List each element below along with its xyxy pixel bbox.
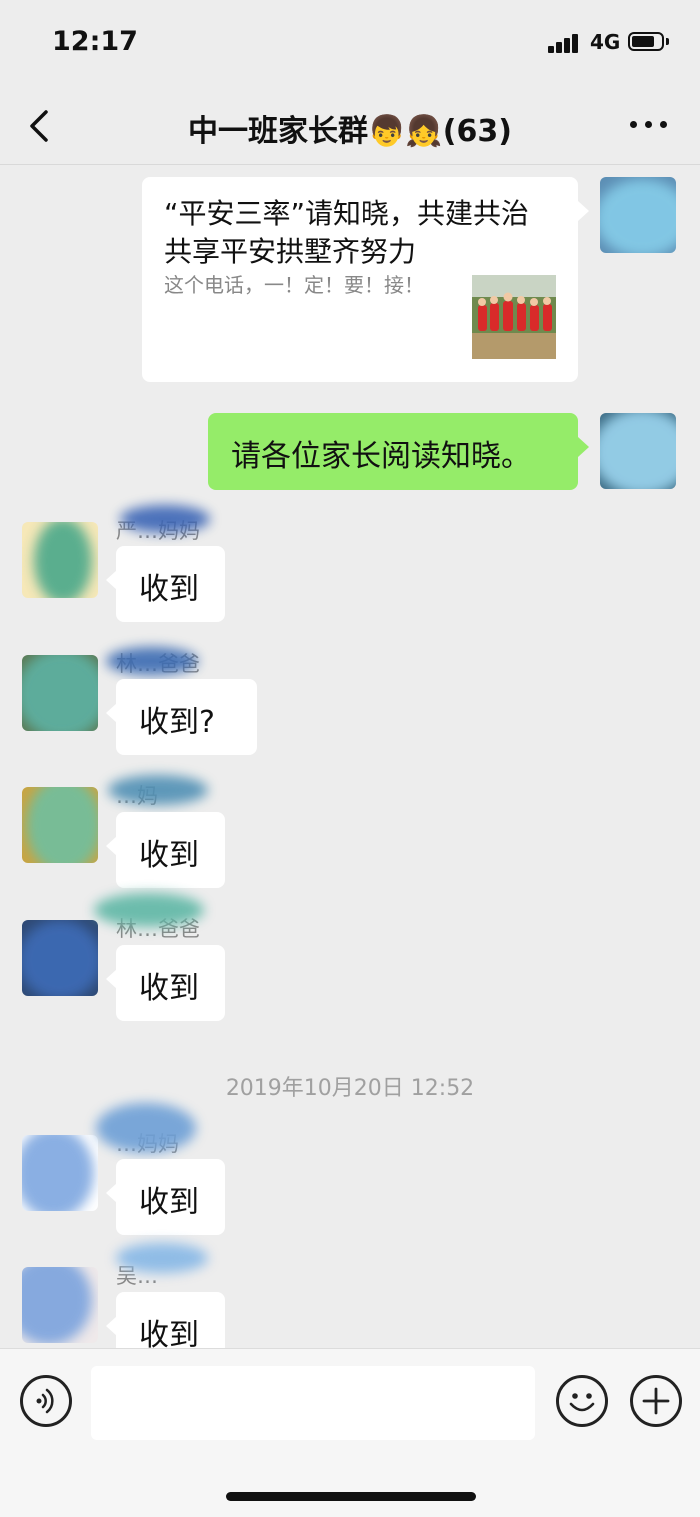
link-card-thumbnail xyxy=(472,275,556,359)
chat-area[interactable]: “平安三率”请知晓，共建共治共享平安拱墅齐努力 这个电话，一！定！要！接！ 请各… xyxy=(0,165,700,1348)
blurred-name-mask xyxy=(94,893,204,927)
blurred-name-mask xyxy=(108,775,208,805)
incoming-message-bubble[interactable]: 收到 xyxy=(106,945,225,1021)
incoming-message-bubble[interactable]: 收到? xyxy=(106,679,257,755)
status-time: 12:17 xyxy=(52,26,138,57)
link-card-description: 这个电话，一！定！要！接！ xyxy=(164,273,424,297)
link-card-bubble[interactable]: “平安三率”请知晓，共建共治共享平安拱墅齐努力 这个电话，一！定！要！接！ xyxy=(142,177,589,382)
my-avatar[interactable] xyxy=(600,177,676,253)
input-bar xyxy=(0,1348,700,1517)
home-indicator[interactable] xyxy=(226,1492,476,1501)
more-actions-button[interactable] xyxy=(630,1375,682,1427)
message-text: 收到 xyxy=(139,838,199,873)
signal-icon xyxy=(548,33,582,53)
incoming-message-bubble[interactable]: 收到 xyxy=(106,1292,225,1348)
message-text: 收到 xyxy=(139,1185,199,1220)
time-divider: 2019年10月20日 12:52 xyxy=(225,1076,475,1101)
voice-button[interactable] xyxy=(20,1375,72,1427)
blurred-name-mask xyxy=(106,647,198,675)
battery-icon xyxy=(628,32,664,51)
network-label: 4G xyxy=(590,30,621,54)
voice-icon xyxy=(36,1388,54,1414)
message-text: 收到 xyxy=(139,572,199,607)
smiley-icon xyxy=(569,1393,595,1412)
member-avatar[interactable] xyxy=(22,1135,98,1211)
member-avatar[interactable] xyxy=(22,920,98,996)
outgoing-message-bubble[interactable]: 请各位家长阅读知晓。 xyxy=(208,413,589,490)
page-title: 中一班家长群👦👧(63) xyxy=(188,114,512,149)
blurred-name-mask xyxy=(96,1103,196,1153)
message-text: 收到 xyxy=(139,971,199,1006)
message-text: 收到 xyxy=(139,1318,199,1348)
blurred-name-mask xyxy=(120,505,210,533)
emoji-button[interactable] xyxy=(556,1375,608,1427)
my-avatar[interactable] xyxy=(600,413,676,489)
status-bar: 12:17 4G xyxy=(0,0,700,86)
more-button[interactable] xyxy=(630,110,670,140)
message-text: 收到? xyxy=(139,705,215,740)
message-input[interactable] xyxy=(91,1366,535,1440)
member-avatar[interactable] xyxy=(22,655,98,731)
member-avatar[interactable] xyxy=(22,522,98,598)
member-avatar[interactable] xyxy=(22,1267,98,1343)
blurred-name-mask xyxy=(116,1243,208,1273)
plus-icon xyxy=(642,1387,670,1415)
incoming-message-bubble[interactable]: 收到 xyxy=(106,546,225,622)
link-card-title: “平安三率”请知晓，共建共治共享平安拱墅齐努力 xyxy=(164,197,530,268)
member-avatar[interactable] xyxy=(22,787,98,863)
battery-cap xyxy=(666,38,669,45)
incoming-message-bubble[interactable]: 收到 xyxy=(106,812,225,888)
incoming-message-bubble[interactable]: 收到 xyxy=(106,1159,225,1235)
children-photo-icon xyxy=(472,275,556,359)
nav-bar: 中一班家长群👦👧(63) xyxy=(0,86,700,165)
message-text: 请各位家长阅读知晓。 xyxy=(231,439,531,474)
